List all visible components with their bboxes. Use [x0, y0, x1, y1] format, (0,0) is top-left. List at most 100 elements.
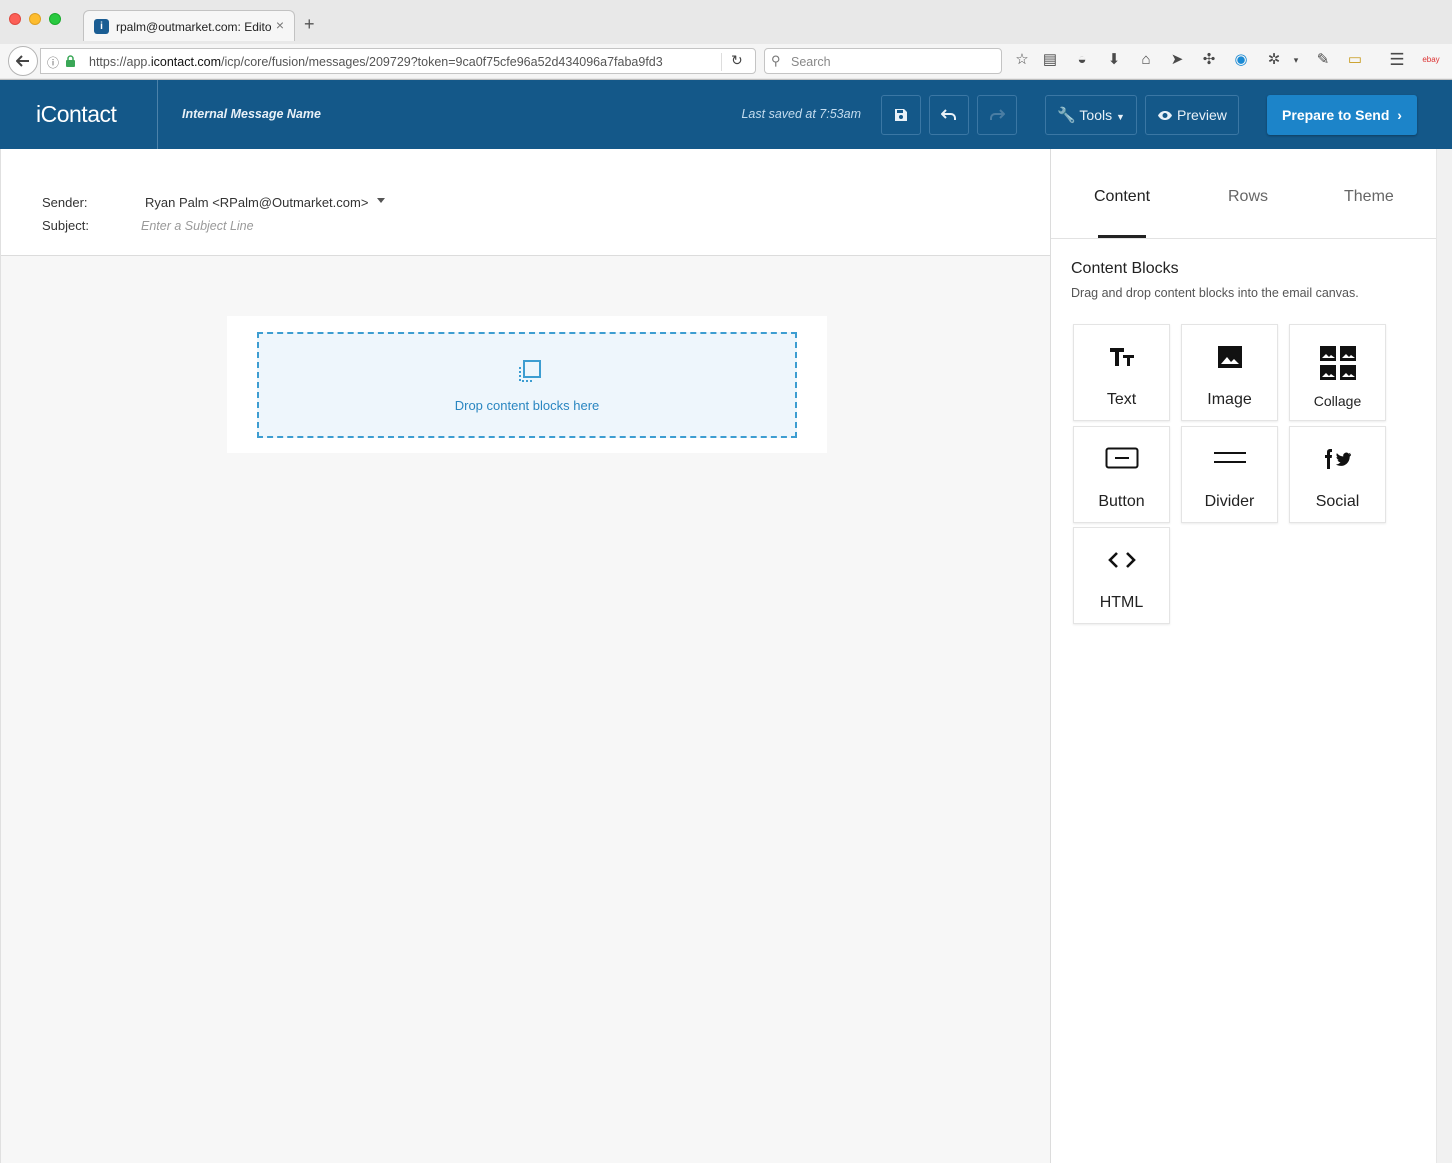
collage-icon [1290, 345, 1385, 380]
tab-rows[interactable]: Rows [1228, 188, 1268, 206]
image-icon [1182, 345, 1277, 375]
page-scrollbar[interactable] [1436, 149, 1452, 1163]
last-saved-status: Last saved at 7:53am [741, 107, 861, 121]
eye-icon [1158, 111, 1173, 120]
preview-button[interactable]: Preview [1145, 95, 1239, 135]
divider-icon [1182, 447, 1277, 477]
tools-label: Tools [1079, 107, 1113, 123]
content-drop-zone[interactable]: Drop content blocks here [257, 332, 797, 438]
active-tab-indicator [1098, 235, 1146, 238]
header-divider [157, 80, 158, 149]
block-collage-label: Collage [1313, 393, 1362, 409]
lock-icon [66, 55, 75, 67]
eyedropper-icon[interactable]: ✎ [1314, 51, 1332, 69]
content-panel: Content Rows Theme Content Blocks Drag a… [1050, 149, 1452, 1163]
button-icon [1074, 447, 1169, 477]
tools-button[interactable]: 🔧 Tools ▼ [1045, 95, 1137, 135]
email-editor-area: Sender: Ryan Palm <RPalm@Outmarket.com> … [0, 149, 1051, 1163]
undo-button[interactable] [929, 95, 969, 135]
sender-label: Sender: [42, 195, 88, 210]
block-image-label: Image [1207, 391, 1252, 408]
subject-input[interactable]: Enter a Subject Line [141, 219, 254, 233]
prepare-to-send-button[interactable]: Prepare to Send › [1267, 95, 1417, 135]
subject-label: Subject: [42, 218, 89, 233]
block-image[interactable]: Image [1181, 324, 1278, 421]
back-arrow-icon [15, 55, 29, 67]
undo-icon [940, 109, 956, 120]
block-social-label: Social [1315, 493, 1360, 510]
app-header: iContact Internal Message Name Last save… [0, 80, 1452, 149]
back-button[interactable] [8, 46, 38, 76]
chevron-right-icon: › [1397, 107, 1402, 123]
extension-circle-icon[interactable]: ◉ [1232, 51, 1250, 69]
redo-icon [990, 109, 1006, 120]
menu-hamburger-icon[interactable]: ☰ [1388, 51, 1406, 69]
ruler-icon[interactable]: ▭ [1346, 51, 1364, 69]
navigation-toolbar: ⓘ https://app.icontact.com/icp/core/fusi… [0, 44, 1452, 78]
text-size-icon [1074, 345, 1169, 375]
home-icon[interactable]: ⌂ [1137, 51, 1155, 69]
tab-title: rpalm@outmarket.com: Edito [116, 20, 271, 34]
block-divider-label: Divider [1204, 493, 1255, 510]
icontact-logo[interactable]: iContact [36, 101, 117, 128]
internal-message-name[interactable]: Internal Message Name [182, 107, 321, 121]
block-divider[interactable]: Divider [1181, 426, 1278, 523]
search-placeholder: Search [791, 55, 831, 69]
block-html-label: HTML [1099, 594, 1144, 611]
block-button[interactable]: Button [1073, 426, 1170, 523]
block-text-label: Text [1106, 391, 1137, 408]
bookmark-star-icon[interactable]: ☆ [1013, 51, 1031, 69]
ebay-extension-icon[interactable]: ebay [1419, 51, 1443, 69]
icontact-favicon-icon: i [94, 19, 109, 34]
save-button[interactable] [881, 95, 921, 135]
send-tab-icon[interactable]: ➤ [1168, 51, 1186, 69]
url-text: https://app.icontact.com/icp/core/fusion… [89, 55, 663, 69]
search-icon: ⚲ [771, 53, 781, 68]
extension-dropdown-icon[interactable]: ▾ [1287, 51, 1305, 69]
tab-theme[interactable]: Theme [1344, 188, 1394, 206]
wrench-icon: 🔧 [1057, 107, 1076, 124]
code-icon [1074, 548, 1169, 578]
redo-button[interactable] [977, 95, 1017, 135]
url-prefix: https://app. [89, 55, 151, 69]
drop-blocks-icon [519, 360, 541, 382]
block-text[interactable]: Text [1073, 324, 1170, 421]
downloads-icon[interactable]: ⬇ [1105, 51, 1123, 69]
preview-label: Preview [1177, 107, 1227, 123]
save-icon [895, 109, 907, 121]
tab-close-icon[interactable]: × [276, 17, 284, 33]
block-button-label: Button [1098, 493, 1145, 510]
site-info-icon[interactable]: ⓘ [47, 54, 59, 71]
url-bar[interactable]: ⓘ https://app.icontact.com/icp/core/fusi… [40, 48, 756, 74]
block-social[interactable]: Social [1289, 426, 1386, 523]
prepare-to-send-label: Prepare to Send [1282, 107, 1390, 123]
message-meta: Sender: Ryan Palm <RPalm@Outmarket.com> … [1, 149, 1051, 256]
window-minimize-button[interactable] [29, 13, 41, 25]
content-blocks-title: Content Blocks [1071, 260, 1179, 277]
sync-icon[interactable]: ✣ [1200, 51, 1218, 69]
url-path: /icp/core/fusion/messages/209729?token=9… [221, 55, 663, 69]
url-separator [721, 53, 722, 71]
new-tab-button[interactable]: + [304, 15, 315, 33]
block-html[interactable]: HTML [1073, 527, 1170, 624]
reload-icon[interactable]: ↻ [731, 52, 743, 69]
browser-search-bar[interactable]: ⚲ Search [764, 48, 1002, 74]
extension-puzzle-icon[interactable]: ✲ [1265, 51, 1283, 69]
drop-zone-text: Drop content blocks here [454, 398, 600, 413]
panel-tabs: Content Rows Theme [1051, 149, 1437, 239]
tab-content[interactable]: Content [1094, 188, 1150, 206]
block-collage[interactable]: Collage [1289, 324, 1386, 421]
browser-tab[interactable]: i rpalm@outmarket.com: Edito × [83, 10, 295, 41]
url-domain: icontact.com [150, 55, 222, 69]
content-blocks-description: Drag and drop content blocks into the em… [1071, 286, 1359, 300]
reading-list-icon[interactable]: ▤ [1041, 51, 1059, 69]
window-close-button[interactable] [9, 13, 21, 25]
sender-select[interactable]: Ryan Palm <RPalm@Outmarket.com> [145, 195, 368, 210]
pocket-icon[interactable]: ◒ [1073, 51, 1091, 69]
browser-chrome: i rpalm@outmarket.com: Edito × + ⓘ https… [0, 0, 1452, 80]
sender-dropdown-caret-icon[interactable] [377, 198, 385, 203]
window-maximize-button[interactable] [49, 13, 61, 25]
social-icon [1290, 447, 1385, 477]
chevron-down-icon: ▼ [1115, 112, 1125, 122]
email-canvas: Drop content blocks here [227, 316, 827, 453]
